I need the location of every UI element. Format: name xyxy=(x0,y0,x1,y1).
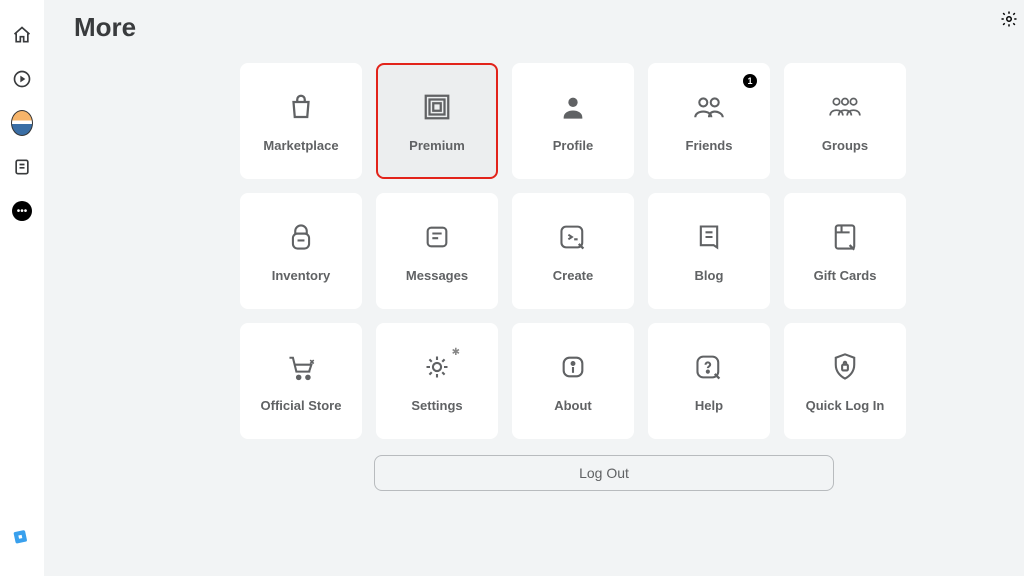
sidebar-brand xyxy=(12,526,32,546)
tile-giftcards[interactable]: Gift Cards xyxy=(784,193,906,309)
sidebar: ••• xyxy=(0,0,44,576)
tile-blog[interactable]: Blog xyxy=(648,193,770,309)
tile-label: Create xyxy=(553,268,593,283)
notification-badge: 1 xyxy=(743,74,757,88)
tile-label: Marketplace xyxy=(263,138,338,153)
nav-more[interactable]: ••• xyxy=(11,200,33,222)
tile-quicklogin[interactable]: Quick Log In xyxy=(784,323,906,439)
settings-icon: ✱ xyxy=(420,350,454,384)
help-icon xyxy=(692,350,726,384)
tile-premium[interactable]: Premium xyxy=(376,63,498,179)
tile-marketplace[interactable]: Marketplace xyxy=(240,63,362,179)
tile-create[interactable]: Create xyxy=(512,193,634,309)
create-icon xyxy=(556,220,590,254)
tile-friends[interactable]: 1 Friends xyxy=(648,63,770,179)
page-title: More xyxy=(74,12,994,43)
backpack-icon xyxy=(284,220,318,254)
tile-officialstore[interactable]: Official Store xyxy=(240,323,362,439)
play-icon xyxy=(12,69,32,89)
tile-label: Blog xyxy=(695,268,724,283)
logout-button[interactable]: Log Out xyxy=(374,455,834,491)
shopping-bag-icon xyxy=(284,90,318,124)
tile-groups[interactable]: Groups xyxy=(784,63,906,179)
person-icon xyxy=(556,90,590,124)
nav-play[interactable] xyxy=(11,68,33,90)
tile-label: Groups xyxy=(822,138,868,153)
nav-home[interactable] xyxy=(11,24,33,46)
tile-label: Profile xyxy=(553,138,593,153)
message-icon xyxy=(420,220,454,254)
tile-about[interactable]: About xyxy=(512,323,634,439)
tile-label: Quick Log In xyxy=(806,398,885,413)
cart-icon xyxy=(284,350,318,384)
tile-profile[interactable]: Profile xyxy=(512,63,634,179)
tile-settings[interactable]: ✱ Settings xyxy=(376,323,498,439)
logout-row: Log Out xyxy=(374,455,994,491)
giftcard-icon xyxy=(828,220,862,254)
avatar-icon xyxy=(11,110,33,136)
note-icon xyxy=(12,157,32,177)
tile-messages[interactable]: Messages xyxy=(376,193,498,309)
tiles-grid: Marketplace Premium Profile 1 Friends xyxy=(240,63,994,439)
premium-icon xyxy=(420,90,454,124)
tile-label: Settings xyxy=(411,398,462,413)
tile-label: Messages xyxy=(406,268,468,283)
home-icon xyxy=(12,25,32,45)
tile-label: Official Store xyxy=(261,398,342,413)
blog-icon xyxy=(692,220,726,254)
friends-icon xyxy=(692,90,726,124)
tile-label: Help xyxy=(695,398,723,413)
tile-label: Friends xyxy=(686,138,733,153)
roblox-studio-icon xyxy=(12,526,32,546)
tile-help[interactable]: Help xyxy=(648,323,770,439)
more-icon: ••• xyxy=(12,201,32,221)
nav-messages[interactable] xyxy=(11,156,33,178)
tile-label: Inventory xyxy=(272,268,331,283)
groups-icon xyxy=(828,90,862,124)
tile-label: Premium xyxy=(409,138,465,153)
tile-inventory[interactable]: Inventory xyxy=(240,193,362,309)
tile-label: Gift Cards xyxy=(814,268,877,283)
tile-label: About xyxy=(554,398,592,413)
shield-lock-icon xyxy=(828,350,862,384)
main: More Marketplace Premium Profile 1 xyxy=(44,0,1024,576)
nav-avatar[interactable] xyxy=(11,112,33,134)
asterisk-icon: ✱ xyxy=(452,347,460,358)
info-icon xyxy=(556,350,590,384)
